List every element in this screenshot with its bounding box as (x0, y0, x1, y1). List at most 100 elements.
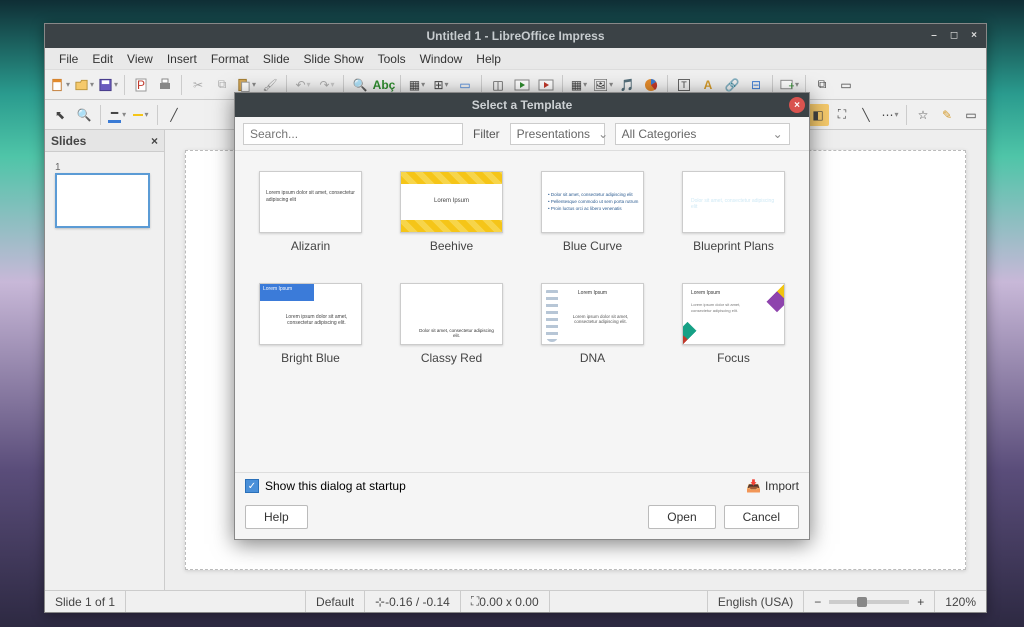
duplicate-slide-button[interactable]: ⧉ (811, 74, 833, 96)
svg-text:P: P (137, 78, 145, 92)
export-pdf-button[interactable]: P (130, 74, 152, 96)
status-size: ⛶ 0.00 x 0.00 (461, 591, 550, 612)
zoom-value[interactable]: 120% (935, 591, 986, 612)
show-startup-checkbox[interactable]: ✓ (245, 479, 259, 493)
minimize-button[interactable]: – (926, 27, 942, 43)
template-label: Focus (717, 351, 750, 365)
menu-view[interactable]: View (121, 50, 159, 68)
template-thumb: Lorem Ipsum (400, 171, 503, 233)
template-thumb: Lorem IpsumLorem ipsum dolor sit amet, c… (541, 283, 644, 345)
select-tool[interactable]: ⬉ (49, 104, 71, 126)
statusbar: Slide 1 of 1 Default ⊹ -0.16 / -0.14 ⛶ 0… (45, 590, 986, 612)
template-label: Blue Curve (563, 239, 622, 253)
window-title: Untitled 1 - LibreOffice Impress (426, 29, 604, 43)
template-bright-blue[interactable]: Bright Blue (245, 283, 376, 365)
filter-label: Filter (473, 127, 500, 141)
dialog-titlebar: Select a Template × (235, 93, 809, 117)
status-style: Default (306, 591, 365, 612)
slide-thumb[interactable]: 1 (53, 160, 156, 230)
copy-button[interactable]: ⧉ (211, 74, 233, 96)
template-thumb (259, 171, 362, 233)
search-input[interactable] (243, 123, 463, 145)
zoom-controls[interactable]: − + (804, 591, 935, 612)
template-grid: Alizarin Lorem Ipsum Beehive Blue Curve … (235, 151, 809, 472)
template-dialog: Select a Template × Filter Presentations… (234, 92, 810, 540)
print-button[interactable] (154, 74, 176, 96)
menu-window[interactable]: Window (414, 50, 469, 68)
dialog-title: Select a Template (472, 98, 573, 112)
size-icon: ⛶ (471, 594, 479, 609)
star-tool[interactable]: ☆ (912, 104, 934, 126)
zoom-in-icon[interactable]: + (917, 595, 924, 609)
template-alizarin[interactable]: Alizarin (245, 171, 376, 253)
zoom-tool[interactable]: 🔍 (73, 104, 95, 126)
template-blue-curve[interactable]: Blue Curve (527, 171, 658, 253)
gluepoint-tool[interactable]: ✎ (936, 104, 958, 126)
filter-combo[interactable]: Presentations (510, 123, 605, 145)
template-thumb: Lorem IpsumLorem ipsum dolor sit amet, c… (682, 283, 785, 345)
template-dna[interactable]: Lorem IpsumLorem ipsum dolor sit amet, c… (527, 283, 658, 365)
open-button[interactable] (73, 74, 95, 96)
titlebar: Untitled 1 - LibreOffice Impress – ◻ × (45, 24, 986, 48)
points-button[interactable]: ⋯ (879, 104, 901, 126)
menu-insert[interactable]: Insert (161, 50, 203, 68)
status-blank1 (126, 591, 306, 612)
line-color-button[interactable]: ━ (106, 104, 128, 126)
help-button[interactable]: Help (245, 505, 308, 529)
maximize-button[interactable]: ◻ (946, 27, 962, 43)
zoom-slider[interactable] (829, 600, 909, 604)
slides-panel: Slides × 1 (45, 130, 165, 590)
zoom-out-icon[interactable]: − (814, 595, 821, 609)
new-button[interactable] (49, 74, 71, 96)
slides-panel-close[interactable]: × (151, 134, 158, 148)
line-tool[interactable]: ╱ (163, 104, 185, 126)
dialog-close-button[interactable]: × (789, 97, 805, 113)
delete-slide-button[interactable]: ▭ (835, 74, 857, 96)
template-focus[interactable]: Lorem IpsumLorem ipsum dolor sit amet, c… (668, 283, 799, 365)
template-thumb (400, 283, 503, 345)
menu-format[interactable]: Format (205, 50, 255, 68)
slide-number: 1 (55, 162, 154, 173)
crop-button[interactable]: ⛶ (831, 104, 853, 126)
open-button[interactable]: Open (648, 505, 715, 529)
import-button[interactable]: 📥 Import (746, 479, 799, 493)
menubar: File Edit View Insert Format Slide Slide… (45, 48, 986, 70)
template-blueprint-plans[interactable]: Blueprint Plans (668, 171, 799, 253)
menu-slideshow[interactable]: Slide Show (298, 50, 370, 68)
status-blank2 (550, 591, 708, 612)
import-icon: 📥 (746, 479, 761, 493)
template-label: DNA (580, 351, 605, 365)
menu-slide[interactable]: Slide (257, 50, 296, 68)
cut-button[interactable]: ✂ (187, 74, 209, 96)
svg-text:+: + (788, 80, 794, 92)
extrusion-button[interactable]: ▭ (960, 104, 982, 126)
position-icon: ⊹ (375, 595, 385, 609)
shadow-button[interactable]: ◧ (807, 104, 829, 126)
save-button[interactable] (97, 74, 119, 96)
menu-file[interactable]: File (53, 50, 84, 68)
template-label: Classy Red (421, 351, 482, 365)
template-thumb (682, 171, 785, 233)
dialog-options-row: ✓ Show this dialog at startup 📥 Import (235, 472, 809, 499)
template-label: Bright Blue (281, 351, 340, 365)
show-startup-label[interactable]: Show this dialog at startup (265, 479, 406, 493)
template-classy-red[interactable]: Classy Red (386, 283, 517, 365)
template-label: Blueprint Plans (693, 239, 774, 253)
status-position: ⊹ -0.16 / -0.14 (365, 591, 461, 612)
status-slide: Slide 1 of 1 (45, 591, 126, 612)
slides-panel-title: Slides (51, 134, 86, 148)
menu-tools[interactable]: Tools (372, 50, 412, 68)
template-thumb (541, 171, 644, 233)
category-combo[interactable]: All Categories (615, 123, 790, 145)
cancel-button[interactable]: Cancel (724, 505, 799, 529)
menu-help[interactable]: Help (470, 50, 507, 68)
close-button[interactable]: × (966, 27, 982, 43)
template-thumb (259, 283, 362, 345)
menu-edit[interactable]: Edit (86, 50, 119, 68)
template-label: Alizarin (291, 239, 330, 253)
status-language[interactable]: English (USA) (708, 591, 804, 612)
fill-color-button[interactable] (130, 104, 152, 126)
filter-button[interactable]: ╲ (855, 104, 877, 126)
dialog-filter-row: Filter Presentations All Categories (235, 117, 809, 151)
template-beehive[interactable]: Lorem Ipsum Beehive (386, 171, 517, 253)
